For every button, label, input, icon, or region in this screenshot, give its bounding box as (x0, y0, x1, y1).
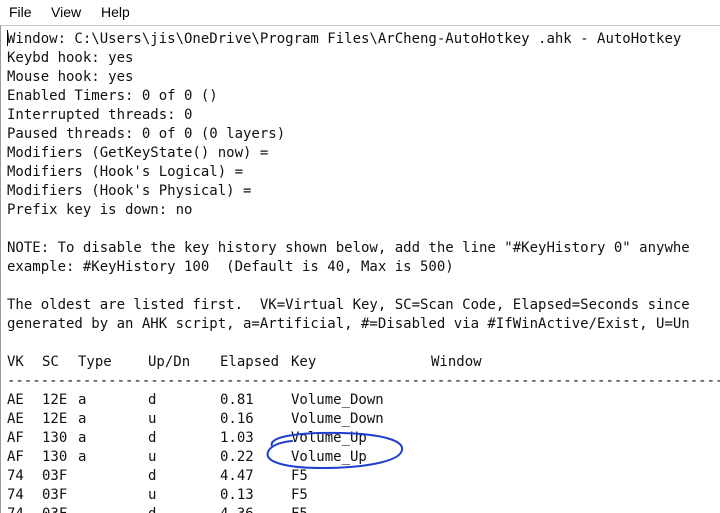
menu-file[interactable]: File (9, 4, 32, 20)
cell-updn: d (148, 430, 157, 446)
cell-key: Volume_Down (291, 411, 384, 427)
legend-line-2: generated by an AHK script, a=Artificial… (7, 316, 690, 332)
table-row: 74 03F u 0.13 F5 (1, 486, 720, 505)
note-line-1: NOTE: To disable the key history shown b… (7, 240, 690, 256)
status-line-timers: Enabled Timers: 0 of 0 () (7, 88, 218, 104)
table-header: VK SC Type Up/Dn Elapsed Key Window (1, 353, 720, 372)
status-line-paused: Paused threads: 0 of 0 (0 layers) (7, 126, 286, 142)
cell-elapsed: 0.13 (220, 487, 254, 503)
header-type: Type (78, 354, 112, 370)
cell-updn: u (148, 449, 157, 465)
cell-key: F5 (291, 468, 308, 484)
cell-vk: 74 (7, 468, 24, 484)
header-window: Window (431, 354, 482, 370)
header-elapsed: Elapsed (220, 354, 280, 370)
cell-key: Volume_Up (291, 449, 367, 465)
cell-elapsed: 0.22 (220, 449, 254, 465)
table-row: AE 12E a u 0.16 Volume_Down (1, 410, 720, 429)
menu-bar: File View Help (0, 0, 720, 24)
cell-updn: u (148, 487, 157, 503)
cell-sc: 03F (42, 487, 68, 503)
cell-key: Volume_Up (291, 430, 367, 446)
cell-sc: 130 (42, 430, 68, 446)
table-row: AF 130 a d 1.03 Volume_Up (1, 429, 720, 448)
cell-sc: 12E (42, 411, 68, 427)
cell-elapsed: 1.03 (220, 430, 254, 446)
status-line-interrupted: Interrupted threads: 0 (7, 107, 193, 123)
cell-sc: 130 (42, 449, 68, 465)
cell-elapsed: 0.81 (220, 392, 254, 408)
status-line-keybd-hook: Keybd hook: yes (7, 50, 134, 66)
cell-vk: AF (7, 430, 24, 446)
cell-vk: AE (7, 411, 24, 427)
status-line-mod-now: Modifiers (GetKeyState() now) = (7, 145, 269, 161)
cell-type: a (78, 411, 87, 427)
cell-updn: u (148, 411, 157, 427)
table-row: 74 03F d 4.47 F5 (1, 467, 720, 486)
menu-help[interactable]: Help (101, 4, 130, 20)
status-line-prefix: Prefix key is down: no (7, 202, 193, 218)
key-history-text-area[interactable]: Window: C:\Users\jis\OneDrive\Program Fi… (0, 25, 720, 513)
cell-type: a (78, 392, 87, 408)
table-row: AF 130 a u 0.22 Volume_Up (1, 448, 720, 467)
header-updn: Up/Dn (148, 354, 191, 370)
cell-key: F5 (291, 487, 308, 503)
cell-sc: 12E (42, 392, 68, 408)
status-line-mod-physical: Modifiers (Hook's Physical) = (7, 183, 252, 199)
header-key: Key (291, 354, 317, 370)
cell-sc: 03F (42, 468, 68, 484)
status-line-window: Window: C:\Users\jis\OneDrive\Program Fi… (7, 31, 682, 47)
header-sc: SC (42, 354, 59, 370)
menu-view[interactable]: View (51, 4, 81, 20)
cell-type: a (78, 449, 87, 465)
cell-vk: AE (7, 392, 24, 408)
header-vk: VK (7, 354, 24, 370)
cell-vk: AF (7, 449, 24, 465)
legend-line-1: The oldest are listed first. VK=Virtual … (7, 297, 690, 313)
status-line-mouse-hook: Mouse hook: yes (7, 69, 134, 85)
cell-type: a (78, 430, 87, 446)
cell-updn: d (148, 468, 157, 484)
table-separator: ----------------------------------------… (7, 373, 720, 389)
cell-vk: 74 (7, 487, 24, 503)
status-line-mod-logical: Modifiers (Hook's Logical) = (7, 164, 244, 180)
note-line-2: example: #KeyHistory 100 (Default is 40,… (7, 259, 454, 275)
cell-updn: d (148, 392, 157, 408)
cell-key: Volume_Down (291, 392, 384, 408)
cell-elapsed: 0.16 (220, 411, 254, 427)
table-row: AE 12E a d 0.81 Volume_Down (1, 391, 720, 410)
cell-elapsed: 4.47 (220, 468, 254, 484)
